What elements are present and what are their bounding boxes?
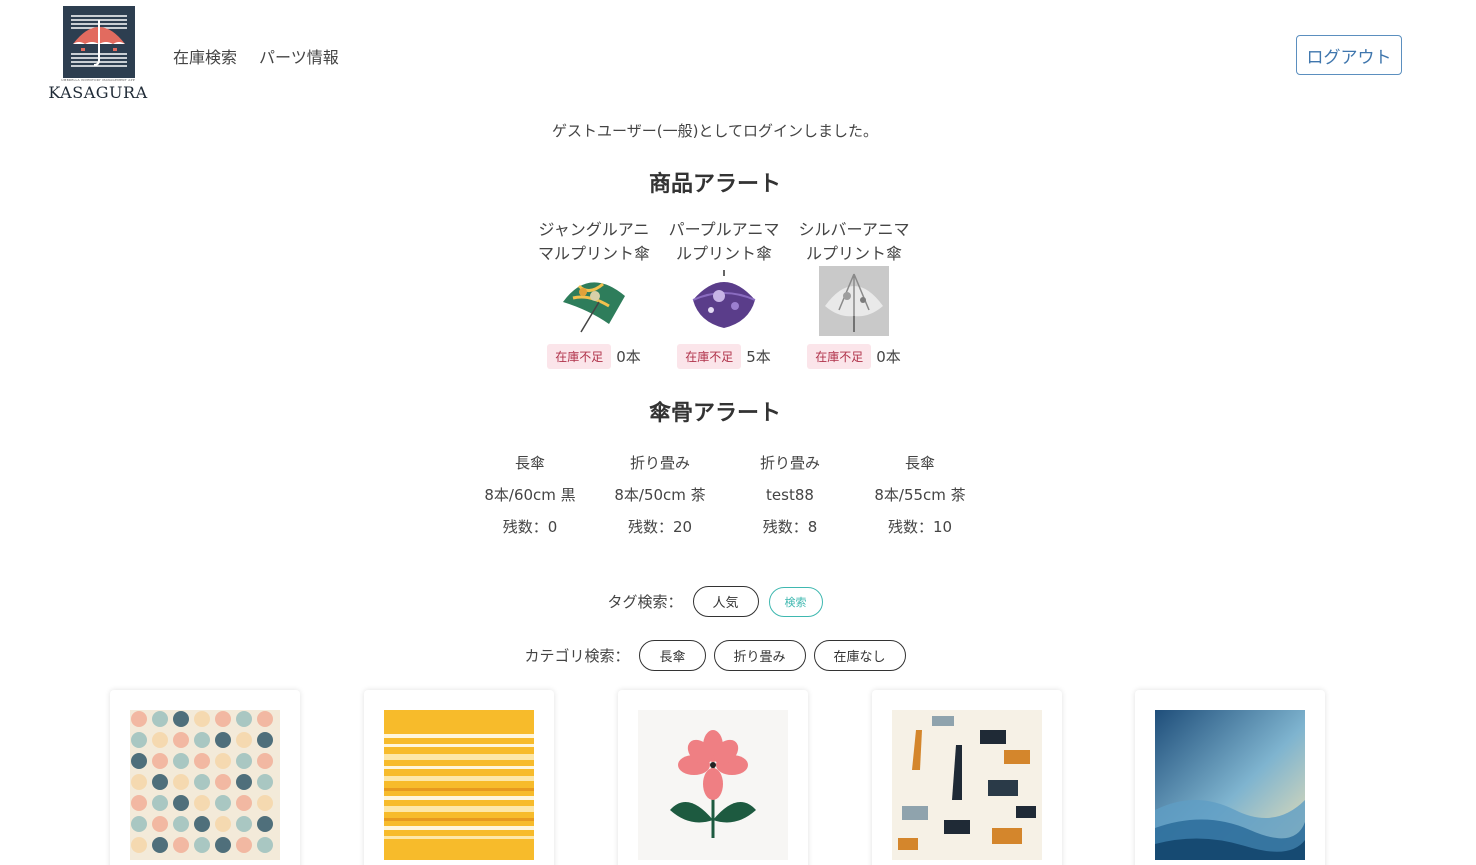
- rib-spec: test88: [766, 486, 814, 504]
- product-alert-list: ジャングルアニマルプリント傘 在庫不足 0本 パープルアニマルプリント傘 在庫不…: [533, 218, 915, 369]
- purple-umbrella-image: [689, 266, 759, 336]
- low-stock-badge: 在庫不足: [807, 344, 872, 369]
- product-alert-title: 商品アラート: [648, 172, 781, 197]
- silver-umbrella-image: [819, 266, 889, 336]
- category-folding-button[interactable]: 折り畳み: [713, 640, 806, 671]
- nav-parts-info[interactable]: パーツ情報: [259, 44, 339, 68]
- product-alert-item[interactable]: シルバーアニマルプリント傘 在庫不足 0本: [793, 218, 915, 369]
- tag-popular-button[interactable]: 人気: [692, 586, 759, 617]
- rib-remaining: 残数：20: [627, 518, 693, 536]
- logo-tagline: UMBRELLA INVENTORY MANAGEMENT APP: [61, 78, 135, 82]
- low-stock-badge: 在庫不足: [547, 344, 612, 369]
- category-search-label: カテゴリ検索：: [524, 647, 630, 665]
- low-stock-badge: 在庫不足: [677, 344, 742, 369]
- rib-alert-item: 長傘 8本/60cm 黒 残数：0: [465, 447, 595, 543]
- tag-search-label: タグ検索：: [607, 593, 683, 611]
- stock-count: 0本: [616, 348, 641, 366]
- login-message: ゲストユーザー(一般)としてログインしました。: [552, 122, 878, 140]
- pink-flower-pattern-image: [638, 710, 788, 860]
- polka-dot-pattern-image: [130, 710, 280, 860]
- pattern-card[interactable]: [618, 690, 808, 865]
- category-out-of-stock-button[interactable]: 在庫なし: [813, 640, 906, 671]
- stock-count: 0本: [876, 348, 901, 366]
- tag-search-button[interactable]: 検索: [768, 586, 823, 617]
- safari-animal-pattern-image: [892, 710, 1042, 860]
- kasagura-logo[interactable]: UMBRELLA INVENTORY MANAGEMENT APP KASAGU…: [42, 6, 154, 102]
- blue-wave-pattern-image: [1155, 710, 1305, 860]
- rib-type: 折り畳み: [629, 454, 690, 472]
- umbrella-logo-icon: [63, 6, 135, 78]
- yellow-stripe-pattern-image: [384, 710, 534, 860]
- rib-type: 折り畳み: [759, 454, 820, 472]
- rib-spec: 8本/55cm 茶: [874, 486, 966, 504]
- header: UMBRELLA INVENTORY MANAGEMENT APP KASAGU…: [0, 0, 1476, 110]
- product-alert-item[interactable]: パープルアニマルプリント傘 在庫不足 5本: [663, 218, 785, 369]
- rib-alert-item: 折り畳み test88 残数：8: [725, 447, 855, 543]
- rib-type: 長傘: [514, 454, 545, 472]
- product-name: パープルアニマルプリント傘: [668, 220, 780, 263]
- category-search-row: カテゴリ検索： 長傘 折り畳み 在庫なし: [0, 640, 1430, 671]
- rib-alert-list: 長傘 8本/60cm 黒 残数：0 折り畳み 8本/50cm 茶 残数：20 折…: [465, 447, 985, 543]
- nav-inventory-search[interactable]: 在庫検索: [173, 44, 237, 68]
- pattern-card[interactable]: [872, 690, 1062, 865]
- product-name: シルバーアニマルプリント傘: [798, 220, 910, 263]
- product-alert-item[interactable]: ジャングルアニマルプリント傘 在庫不足 0本: [533, 218, 655, 369]
- rib-alert-title: 傘骨アラート: [648, 401, 781, 426]
- main-nav: 在庫検索 パーツ情報: [173, 44, 339, 68]
- stock-count: 5本: [746, 348, 771, 366]
- product-name: ジャングルアニマルプリント傘: [537, 220, 650, 263]
- logout-button[interactable]: ログアウト: [1296, 35, 1402, 75]
- rib-spec: 8本/50cm 茶: [614, 486, 706, 504]
- rib-alert-item: 長傘 8本/55cm 茶 残数：10: [855, 447, 985, 543]
- rib-type: 長傘: [904, 454, 935, 472]
- rib-alert-item: 折り畳み 8本/50cm 茶 残数：20: [595, 447, 725, 543]
- rib-remaining: 残数：0: [502, 518, 558, 536]
- rib-spec: 8本/60cm 黒: [484, 486, 576, 504]
- pattern-card[interactable]: [1135, 690, 1325, 865]
- category-long-umbrella-button[interactable]: 長傘: [639, 640, 706, 671]
- pattern-card[interactable]: [110, 690, 300, 865]
- rib-remaining: 残数：10: [887, 518, 953, 536]
- pattern-card[interactable]: [364, 690, 554, 865]
- jungle-umbrella-image: [559, 266, 629, 336]
- rib-remaining: 残数：8: [762, 518, 818, 536]
- tag-search-row: タグ検索： 人気 検索: [0, 586, 1430, 617]
- logo-text: KASAGURA: [48, 83, 148, 102]
